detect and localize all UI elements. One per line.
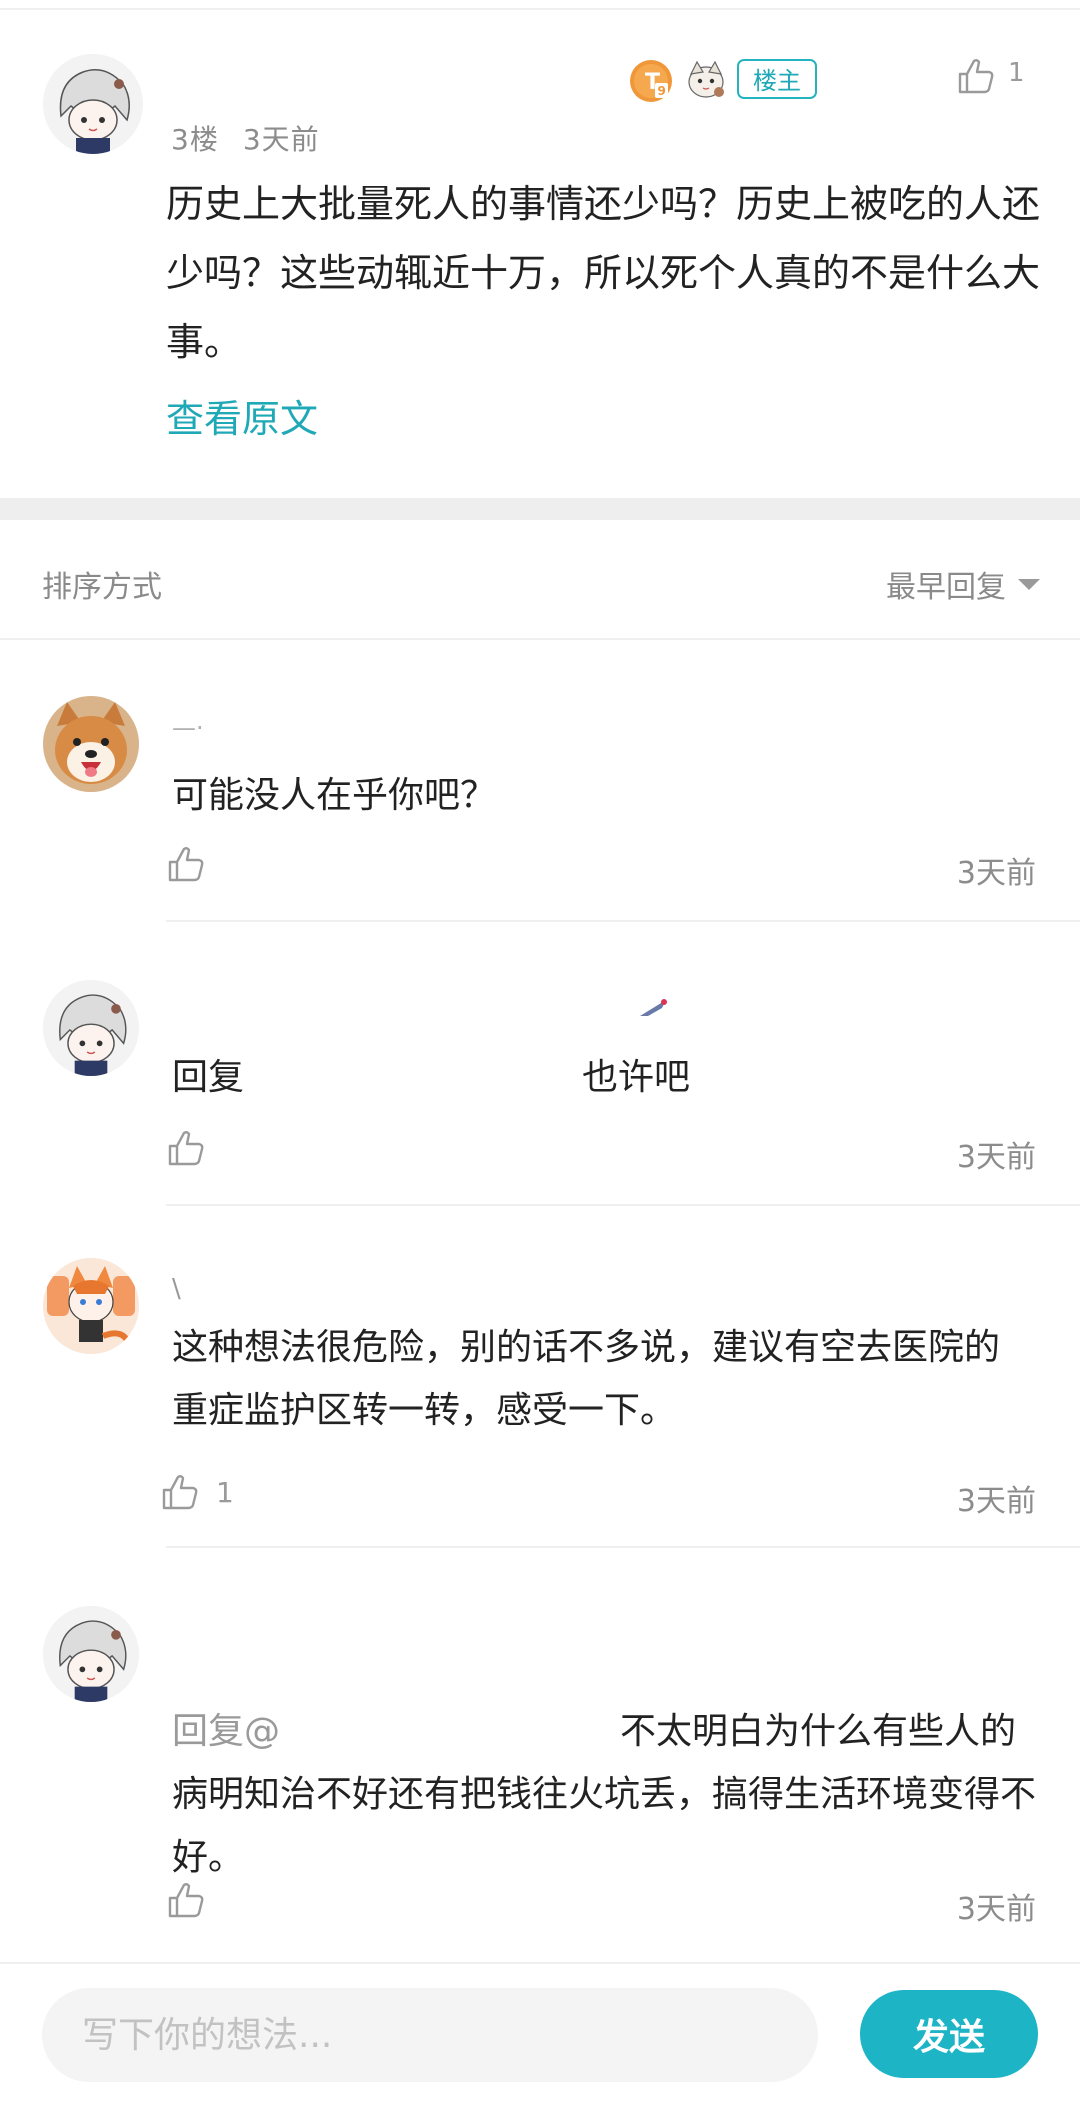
comment-time: 3天前 <box>956 856 1036 891</box>
comment-item: \ 这种想法很危险，别的话不多说，建议有空去医院的重症监护区转一转，感受一下。 … <box>0 1206 1080 1550</box>
reply-body: 不太明白为什么有些人的病明知治不好还有把钱往火坑丢，搞得生活环境变得不好。 <box>172 1711 1037 1878</box>
thumbs-up-icon[interactable] <box>166 844 206 884</box>
comment-time: 3天前 <box>956 1484 1036 1519</box>
post-body: 历史上大批量死人的事情还少吗？历史上被吃的人还少吗？这些动辄近十万，所以死个人真… <box>166 182 1041 364</box>
sort-label: 排序方式 <box>42 570 162 605</box>
thumbs-up-icon[interactable] <box>166 1880 206 1920</box>
svg-text:9: 9 <box>658 84 666 98</box>
sticker-badge-icon <box>688 60 724 98</box>
comment-divider <box>166 920 1080 922</box>
level-t-badge-icon: T 9 <box>630 60 672 102</box>
comment-item: —· 可能没人在乎你吧？ 3天前 <box>0 638 1080 924</box>
fox-girl-avatar-icon <box>43 1258 139 1354</box>
avatar[interactable] <box>43 1258 139 1354</box>
section-divider <box>0 498 1080 520</box>
shiba-dog-avatar-icon <box>43 696 139 792</box>
like-count: 1 <box>216 1476 234 1509</box>
comment-divider <box>166 1546 1080 1548</box>
comment-item: 回复@ 不太明白为什么有些人的病明知治不好还有把钱往火坑丢，搞得生活环境变得不好。… <box>0 1550 1080 1962</box>
view-original-link[interactable]: 查看原文 <box>166 388 318 443</box>
comment-text: 这种想法很危险，别的话不多说，建议有空去医院的重症监护区转一转，感受一下。 <box>172 1327 1001 1431</box>
comment-text: 回复@ 不太明白为什么有些人的病明知治不好还有把钱往火坑丢，搞得生活环境变得不好。 <box>172 1700 1042 1889</box>
anime-avatar-icon <box>43 54 143 154</box>
comment-composer: 发送 <box>0 1962 1080 2102</box>
caret-down-icon <box>1018 578 1040 590</box>
comment-text: 可能没人在乎你吧？ <box>172 775 497 816</box>
post-time: 3天前 <box>242 123 320 156</box>
thumbs-up-icon[interactable] <box>166 1128 206 1168</box>
post-meta: 3楼 3天前 <box>171 118 320 158</box>
avatar[interactable] <box>43 54 143 154</box>
reply-body: 也许吧 <box>582 1057 691 1098</box>
anime-avatar-icon <box>43 980 139 1076</box>
sticker-fragment-icon <box>640 999 667 1016</box>
op-badge: 楼主 <box>737 59 817 99</box>
comment-input[interactable] <box>42 1988 818 2082</box>
thumbs-up-icon[interactable] <box>956 56 996 96</box>
avatar[interactable] <box>43 696 139 792</box>
comment-time: 3天前 <box>956 1140 1036 1175</box>
comment-time: 3天前 <box>956 1892 1036 1927</box>
like-count: 1 <box>1008 58 1025 88</box>
reply-prefix: 回复@ <box>172 1711 281 1752</box>
sort-bar: 排序方式 最早回复 <box>0 520 1080 640</box>
reply-prefix: 回复 <box>172 1057 245 1098</box>
comment-item: 回复 也许吧 3天前 <box>0 924 1080 1206</box>
comment-text: 回复 也许吧 <box>172 1046 932 1109</box>
sort-selected-value: 最早回复 <box>886 570 1006 605</box>
username-redacted[interactable]: \ <box>172 1274 181 1304</box>
anime-avatar-icon <box>43 1606 139 1702</box>
thumbs-up-icon[interactable] <box>160 1472 200 1512</box>
sort-dropdown[interactable]: 最早回复 <box>886 562 1040 606</box>
avatar[interactable] <box>43 1606 139 1702</box>
send-button[interactable]: 发送 <box>860 1990 1038 2078</box>
floor-number: 3楼 <box>171 123 219 156</box>
original-post: T 9 楼主 1 3楼 3天前 历史上大批量死人的事情还少吗？历史上被吃的人还少吗… <box>0 0 1080 498</box>
avatar[interactable] <box>43 980 139 1076</box>
username-redacted[interactable]: —· <box>172 714 204 742</box>
